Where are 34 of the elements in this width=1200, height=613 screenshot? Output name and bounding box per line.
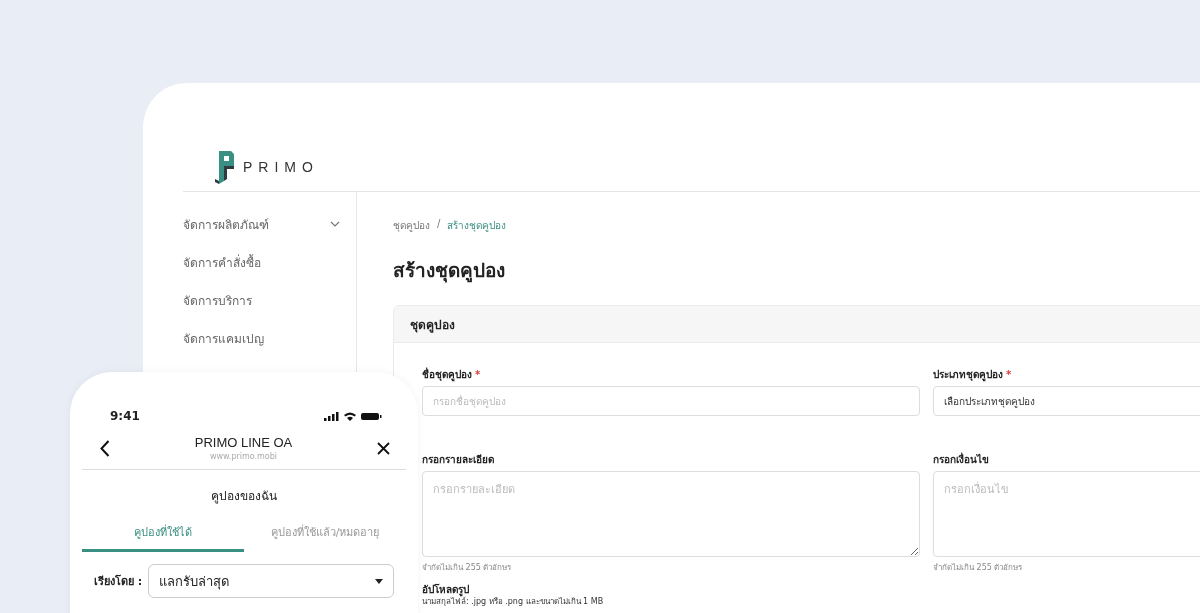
back-icon[interactable] — [100, 439, 110, 457]
breadcrumb-current: สร้างชุดคูปอง — [447, 219, 507, 233]
field-label: ประเภทชุดคูปอง * — [933, 368, 1013, 382]
screen-heading: คูปองของฉัน — [210, 488, 278, 506]
tab[interactable]: คูปองที่ใช้ได้ — [82, 519, 244, 552]
status-time: 9:41 — [110, 409, 140, 423]
breadcrumb-link[interactable]: / — [437, 218, 441, 233]
upload-label: อัปโหลดรูป — [422, 584, 470, 596]
select-field[interactable]: เลือกประเภทชุดคูปอง — [933, 386, 1200, 416]
close-icon[interactable] — [377, 441, 390, 455]
brand-name: PRIMO — [243, 159, 319, 175]
field-label: กรอกรายละเอียด — [422, 453, 495, 467]
textarea-field[interactable]: กรอกรายละเอียด — [422, 471, 920, 557]
sidebar-item[interactable]: จัดการแคมเปญ — [183, 319, 356, 357]
logo-icon — [213, 149, 235, 185]
breadcrumb-link[interactable]: ชุดคูปอง — [393, 218, 430, 233]
sort-dropdown[interactable]: แลกรับล่าสุด — [148, 564, 394, 598]
field-hint: จำกัดไม่เกิน 255 ตัวอักษร — [422, 562, 513, 574]
textarea-field[interactable]: กรอกเงื่อนไข — [933, 471, 1200, 557]
input-field[interactable]: กรอกชื่อชุดคูปอง — [422, 386, 920, 416]
sort-label: เรียงโดย : — [94, 573, 143, 590]
dropdown-caret-icon — [375, 578, 383, 584]
page-title: สร้างชุดคูปอง — [393, 258, 506, 285]
field-label: กรอกเงื่อนไข — [933, 452, 990, 467]
card-title: ชุดคูปอง — [410, 316, 455, 334]
field-label: ชื่อชุดคูปอง * — [422, 367, 482, 382]
app-url: www.primo.mobi — [209, 452, 278, 461]
field-hint: จำกัดไม่เกิน 255 ตัวอักษร — [933, 562, 1024, 574]
sidebar-item[interactable]: จัดการคำสั่งซื้อ — [183, 243, 356, 281]
app-title: PRIMO LINE OA — [194, 435, 293, 450]
sidebar-item[interactable]: จัดการบริการ — [183, 281, 356, 319]
status-icons-drawing — [324, 410, 382, 422]
sidebar-item[interactable]: จัดการผลิตภัณฑ์ — [183, 205, 356, 243]
upload-hint: นามสกุลไฟล์: .jpg หรือ .png และขนาดไม่เกิน 1 MB — [422, 597, 605, 607]
